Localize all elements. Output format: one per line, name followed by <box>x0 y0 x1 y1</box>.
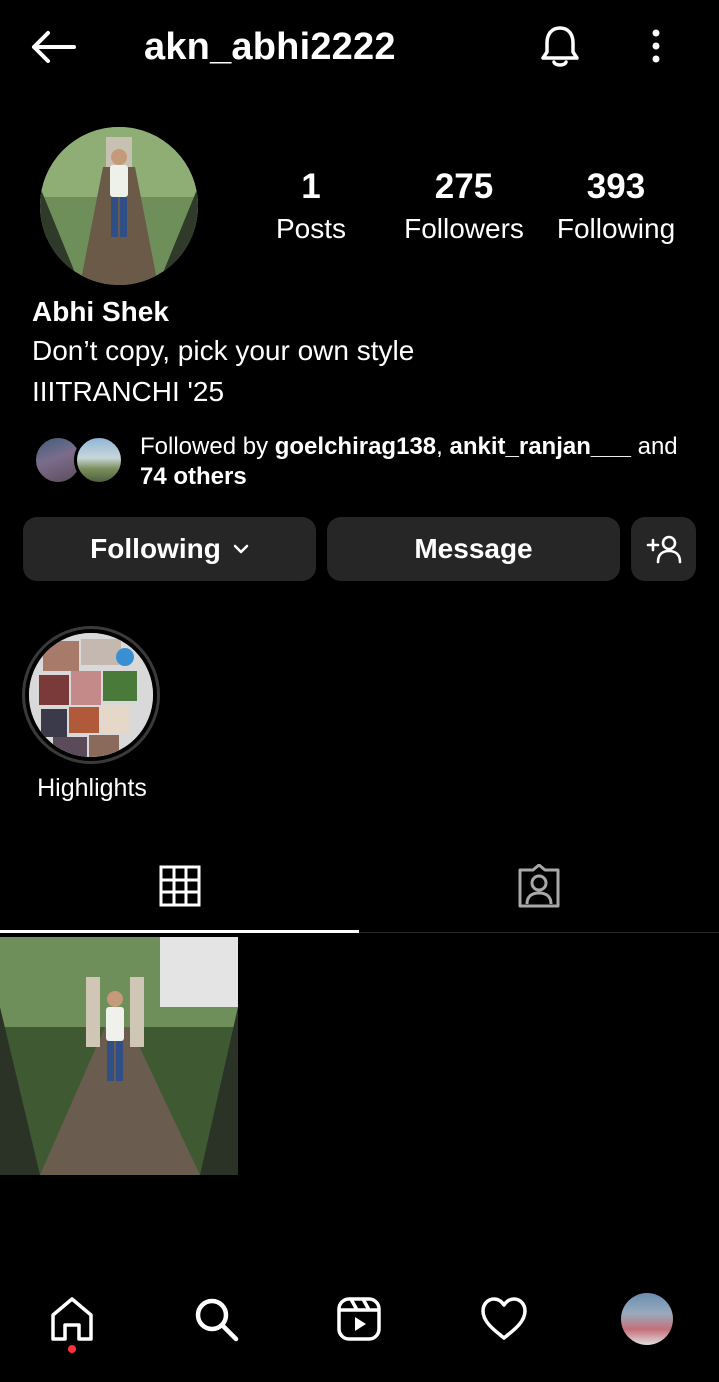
highlight-label: Highlights <box>37 774 147 802</box>
back-button[interactable] <box>28 22 84 72</box>
followers-label: Followers <box>404 213 524 244</box>
nav-search[interactable] <box>186 1290 246 1348</box>
nav-profile[interactable] <box>617 1290 677 1348</box>
mutual-user-link[interactable]: ankit_ranjan___ <box>449 433 630 460</box>
followed-by-suffix: and <box>630 433 678 460</box>
tagged-person-icon <box>518 864 560 908</box>
following-button[interactable]: Following <box>23 517 316 581</box>
avatar-photo <box>40 127 198 285</box>
profile-avatar[interactable] <box>40 127 198 285</box>
followers-count: 275 <box>434 167 494 206</box>
following-count: 393 <box>586 167 646 206</box>
tab-posts-grid[interactable] <box>0 856 359 916</box>
active-tab-indicator <box>0 930 359 933</box>
post-photo <box>0 937 238 1175</box>
following-label: Following <box>556 213 676 244</box>
nav-home[interactable] <box>42 1290 102 1348</box>
profile-username: akn_abhi2222 <box>144 26 396 68</box>
search-icon <box>195 1298 239 1342</box>
following-stat[interactable]: 393 Following <box>541 165 691 249</box>
posts-stat[interactable]: 1 Posts <box>236 165 386 249</box>
followed-by-others[interactable]: 74 others <box>140 462 247 492</box>
more-vertical-icon <box>652 29 660 63</box>
suggested-users-button[interactable] <box>631 517 696 581</box>
add-person-icon <box>646 535 681 564</box>
message-button[interactable]: Message <box>327 517 620 581</box>
followed-by-separator: , <box>436 433 450 460</box>
highlight-cover <box>29 633 153 757</box>
tab-tagged[interactable] <box>359 856 719 916</box>
notifications-button[interactable] <box>534 20 586 72</box>
posts-count: 1 <box>301 167 321 206</box>
posts-label: Posts <box>275 213 347 244</box>
mutual-user-link[interactable]: goelchirag138 <box>275 433 436 460</box>
bio-line: Don’t copy, pick your own style <box>32 335 415 366</box>
followers-stat[interactable]: 275 Followers <box>389 165 539 249</box>
reels-icon <box>337 1297 381 1341</box>
nav-activity[interactable] <box>474 1290 534 1348</box>
notification-dot <box>68 1345 76 1353</box>
chevron-down-icon <box>233 544 249 554</box>
followed-by-text[interactable]: Followed by goelchirag138, ankit_ranjan_… <box>140 432 685 462</box>
post-thumbnail[interactable] <box>0 937 238 1175</box>
back-arrow-icon <box>32 31 76 63</box>
profile-avatar-icon <box>621 1293 673 1345</box>
message-button-label: Message <box>414 533 533 564</box>
mutual-follower-avatar <box>74 435 124 485</box>
grid-icon <box>159 865 200 907</box>
heart-icon <box>481 1297 527 1340</box>
nav-reels[interactable] <box>329 1290 389 1348</box>
bio-line: IIITRANCHI '25 <box>32 376 225 407</box>
following-button-label: Following <box>90 533 221 564</box>
bell-icon <box>541 26 579 67</box>
display-name: Abhi Shek <box>32 296 169 327</box>
story-highlight[interactable] <box>22 626 160 764</box>
more-options-button[interactable] <box>640 20 672 72</box>
home-icon <box>51 1297 93 1341</box>
followed-by-prefix: Followed by <box>140 433 275 460</box>
